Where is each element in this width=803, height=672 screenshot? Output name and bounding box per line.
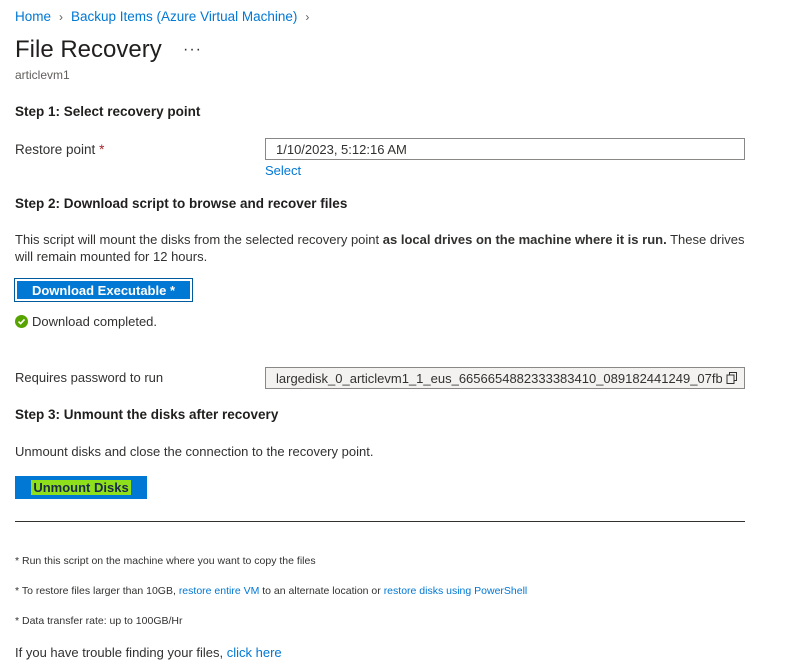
required-marker: *	[99, 142, 105, 157]
success-check-icon	[15, 315, 28, 328]
breadcrumb-home-link[interactable]: Home	[15, 9, 51, 24]
unmount-disks-button[interactable]: Unmount Disks	[15, 476, 147, 499]
restore-disks-powershell-link[interactable]: restore disks using PowerShell	[384, 585, 528, 597]
password-value: largedisk_0_articlevm1_1_eus_66566548823…	[276, 370, 722, 386]
copy-icon[interactable]	[726, 372, 738, 384]
step1-heading: Step 1: Select recovery point	[15, 104, 201, 119]
step3-heading: Step 3: Unmount the disks after recovery	[15, 407, 279, 422]
breadcrumb-backup-items-link[interactable]: Backup Items (Azure Virtual Machine)	[71, 9, 297, 24]
restore-point-label: Restore point *	[15, 142, 104, 157]
chevron-right-icon: ›	[305, 9, 310, 24]
more-options-icon[interactable]: ···	[183, 41, 202, 59]
step2-description: This script will mount the disks from th…	[15, 231, 745, 265]
chevron-right-icon: ›	[59, 9, 64, 24]
page-subtitle: articlevm1	[15, 68, 70, 82]
breadcrumb: Home › Backup Items (Azure Virtual Machi…	[15, 9, 317, 24]
trouble-text: If you have trouble finding your files,	[15, 645, 227, 660]
click-here-link[interactable]: click here	[227, 645, 282, 660]
note2-text-a: * To restore files larger than 10GB,	[15, 585, 179, 597]
note-large-files: * To restore files larger than 10GB, res…	[15, 585, 527, 597]
step2-heading: Step 2: Download script to browse and re…	[15, 196, 348, 211]
step3-description: Unmount disks and close the connection t…	[15, 444, 374, 459]
download-status-text: Download completed.	[32, 314, 158, 329]
note-run-script: * Run this script on the machine where y…	[15, 555, 316, 567]
restore-point-label-text: Restore point	[15, 142, 96, 157]
trouble-finding-files: If you have trouble finding your files, …	[15, 645, 282, 660]
step2-desc-before: This script will mount the disks from th…	[15, 232, 383, 247]
unmount-disks-label: Unmount Disks	[31, 480, 131, 495]
download-status: Download completed.	[15, 314, 157, 329]
page-title: File Recovery	[15, 36, 162, 63]
restore-point-field[interactable]: 1/10/2023, 5:12:16 AM	[265, 138, 745, 160]
restore-point-value: 1/10/2023, 5:12:16 AM	[276, 141, 407, 157]
note-transfer-rate: * Data transfer rate: up to 100GB/Hr	[15, 615, 183, 627]
restore-entire-vm-link[interactable]: restore entire VM	[179, 585, 260, 597]
password-field[interactable]: largedisk_0_articlevm1_1_eus_66566548823…	[265, 367, 745, 389]
select-recovery-point-link[interactable]: Select	[265, 163, 301, 178]
download-executable-button[interactable]: Download Executable *	[14, 278, 193, 302]
password-label: Requires password to run	[15, 370, 164, 385]
step2-desc-bold: as local drives on the machine where it …	[382, 232, 667, 247]
note2-text-b: to an alternate location or	[259, 585, 384, 597]
divider	[15, 521, 745, 522]
